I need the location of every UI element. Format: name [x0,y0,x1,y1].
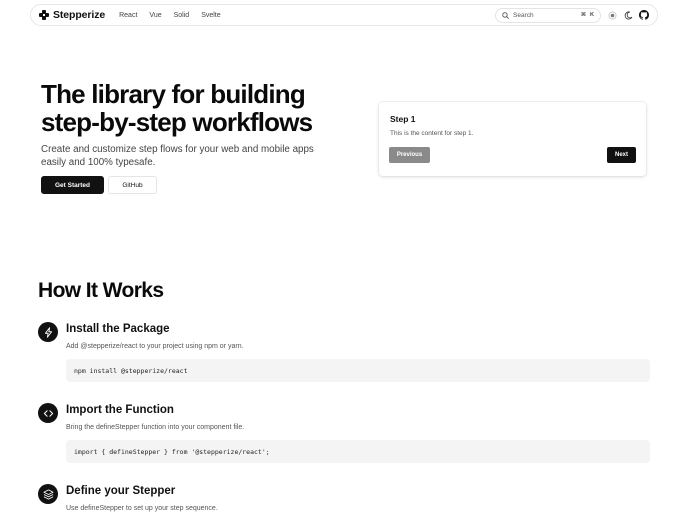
demo-step-content: This is the content for step 1. [390,130,474,137]
nav-link-vue[interactable]: Vue [149,12,161,19]
step-install: Install the Package Add @stepperize/reac… [38,322,650,384]
search-placeholder: Search [513,11,534,19]
search-icon [502,11,509,19]
step-description: Use defineStepper to set up your step se… [66,505,218,512]
search-button[interactable]: Search ⌘ K [495,7,601,23]
brand-name: Stepperize [53,9,106,21]
nav-links: React Vue Solid Svelte [119,12,233,19]
step-title: Import the Function [66,404,174,416]
code-brackets-icon [38,403,58,423]
how-it-works-title: How It Works [38,279,164,302]
dark-mode-button[interactable] [623,10,633,20]
nav-link-svelte[interactable]: Svelte [201,12,220,19]
demo-step-title: Step 1 [390,114,416,124]
step-title: Define your Stepper [66,485,176,497]
github-button[interactable]: GitHub [108,176,157,194]
stepper-demo-card: Step 1 This is the content for step 1. P… [379,102,646,176]
shortcut-key: K [590,12,594,18]
step-define: Define your Stepper Use defineStepper to… [38,484,650,512]
step-title: Install the Package [66,323,170,335]
stepperize-logo-icon [39,10,49,20]
moon-icon [624,10,632,20]
sun-icon [608,11,616,19]
step-import: Import the Function Bring the defineStep… [38,403,650,465]
lightning-icon [38,322,58,342]
next-button[interactable]: Next [607,147,636,163]
nav-actions: Search ⌘ K [495,7,649,23]
github-link[interactable] [639,10,649,20]
navbar: Stepperize React Vue Solid Svelte Search… [30,4,658,26]
code-block: npm install @stepperize/react [66,359,650,382]
theme-toggle-button[interactable] [607,10,617,20]
layers-icon [38,484,58,504]
get-started-button[interactable]: Get Started [41,176,104,194]
step-description: Bring the defineStepper function into yo… [66,424,245,431]
hero-title-line1: The library for building [41,79,306,109]
hero-title: The library for building step-by-step wo… [41,80,371,136]
hero-subtitle: Create and customize step flows for your… [41,144,314,168]
github-icon [639,10,649,20]
previous-button[interactable]: Previous [389,147,430,163]
step-description: Add @stepperize/react to your project us… [66,343,244,350]
code-block: import { defineStepper } from '@stepperi… [66,440,650,463]
brand[interactable]: Stepperize [39,9,105,21]
nav-link-solid[interactable]: Solid [174,12,190,19]
hero-title-line2: step-by-step workflows [41,107,313,137]
nav-link-react[interactable]: React [119,12,137,19]
shortcut-mod: ⌘ [580,12,587,18]
